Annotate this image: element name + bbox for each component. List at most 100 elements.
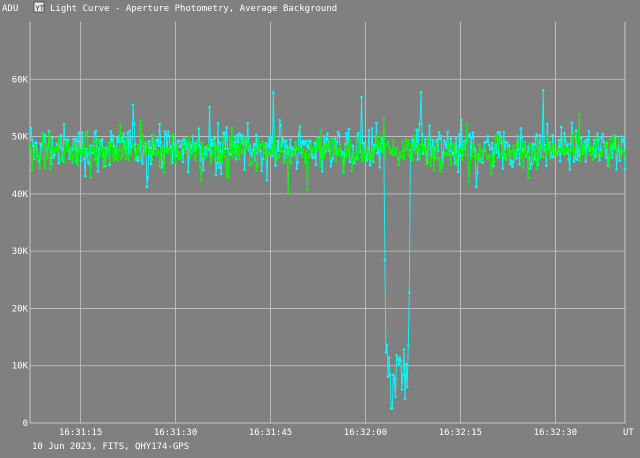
data-point: [557, 139, 561, 142]
data-point: [454, 163, 458, 166]
data-point: [408, 291, 411, 294]
y-axis-label: ADU: [2, 4, 18, 14]
data-point: [484, 150, 488, 153]
data-point: [438, 137, 442, 140]
data-point: [387, 356, 391, 359]
data-point: [546, 122, 549, 126]
data-point: [241, 134, 244, 137]
data-point: [489, 146, 493, 150]
data-point: [281, 137, 285, 140]
data-point: [576, 144, 580, 147]
data-point: [446, 130, 449, 134]
data-point: [409, 153, 412, 157]
data-point: [153, 140, 156, 144]
data-point: [108, 163, 111, 167]
data-point: [148, 146, 152, 149]
data-point: [432, 169, 436, 172]
data-point: [115, 137, 119, 140]
data-point: [179, 156, 183, 160]
data-point: [34, 143, 37, 147]
data-point: [219, 172, 223, 176]
data-point: [314, 163, 318, 167]
data-point: [141, 134, 144, 137]
data-point: [420, 138, 424, 142]
data-point: [123, 148, 126, 152]
data-point: [541, 156, 545, 159]
data-point: [383, 155, 387, 159]
data-point: [579, 159, 582, 163]
data-point: [375, 121, 378, 125]
data-point: [412, 144, 415, 148]
data-point: [272, 91, 275, 94]
data-point: [218, 141, 222, 144]
data-point: [181, 160, 185, 164]
data-point: [83, 134, 87, 138]
data-point: [391, 406, 394, 410]
data-point: [448, 153, 452, 156]
data-point: [208, 105, 211, 109]
data-point: [596, 154, 599, 157]
data-point: [473, 161, 477, 165]
data-point: [511, 150, 514, 153]
data-point: [379, 135, 382, 139]
data-point: [274, 147, 277, 151]
data-point: [159, 140, 162, 144]
data-point: [141, 162, 144, 165]
data-point: [501, 167, 505, 170]
data-point: [137, 143, 140, 146]
data-point: [460, 118, 463, 122]
data-point: [345, 155, 348, 158]
data-point: [578, 113, 581, 116]
data-point: [468, 132, 472, 136]
data-point: [363, 158, 367, 161]
data-point: [487, 143, 491, 147]
data-point: [572, 160, 576, 163]
data-point: [304, 149, 308, 152]
data-point: [343, 162, 346, 166]
data-point: [385, 343, 389, 347]
data-point: [417, 148, 421, 151]
data-point: [357, 157, 360, 161]
data-point: [411, 158, 414, 162]
data-point: [198, 165, 202, 169]
data-point: [608, 137, 612, 141]
data-point: [479, 149, 482, 152]
data-point: [519, 154, 523, 158]
data-point: [496, 146, 499, 149]
data-point: [213, 158, 217, 161]
data-point: [349, 144, 353, 147]
data-point: [560, 125, 563, 129]
data-point: [420, 133, 424, 136]
data-point: [178, 151, 182, 154]
data-point: [611, 143, 614, 146]
data-point: [264, 157, 268, 161]
data-point: [598, 158, 601, 162]
data-point: [313, 150, 317, 154]
data-point: [552, 155, 556, 159]
data-point: [460, 147, 463, 150]
data-point: [514, 150, 517, 154]
data-point: [218, 159, 222, 162]
data-point: [370, 127, 374, 130]
data-point: [488, 154, 492, 158]
data-point: [404, 362, 408, 366]
data-point: [261, 140, 265, 143]
data-point: [538, 134, 542, 137]
data-point: [416, 142, 420, 146]
data-point: [463, 144, 466, 148]
data-point: [450, 144, 454, 147]
data-point: [470, 136, 474, 139]
data-point: [371, 158, 375, 162]
data-point: [361, 160, 364, 163]
data-point: [511, 165, 514, 169]
data-point: [568, 154, 572, 157]
data-point: [104, 162, 107, 166]
data-point: [166, 151, 170, 154]
data-point: [330, 136, 334, 140]
data-point: [192, 142, 195, 146]
data-point: [547, 142, 550, 145]
data-point: [80, 131, 84, 134]
data-point: [385, 143, 389, 146]
data-point: [233, 151, 237, 155]
data-point: [588, 141, 592, 145]
